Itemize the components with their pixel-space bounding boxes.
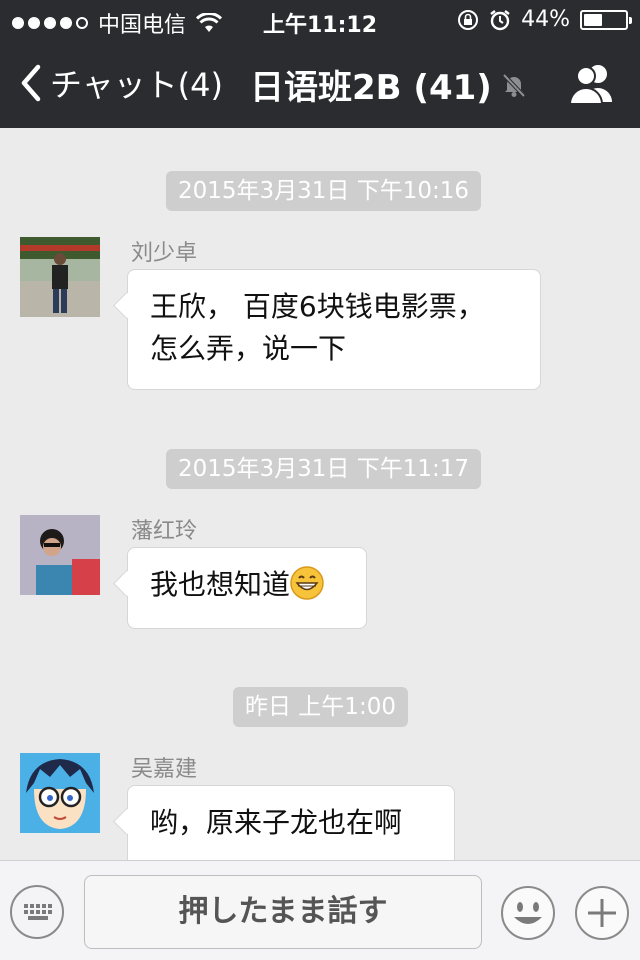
sender-name: 刘少卓 bbox=[131, 241, 198, 266]
back-button[interactable]: チャット(4) bbox=[18, 60, 223, 106]
top-bar: 中国电信 上午11:12 44% チャット(4) 日语班2B (41) bbox=[0, 0, 640, 128]
emoji-face-icon[interactable] bbox=[500, 885, 556, 941]
avatar[interactable] bbox=[20, 515, 100, 595]
avatar-photo-1 bbox=[20, 237, 100, 317]
status-right: 44% bbox=[457, 7, 632, 32]
avatar[interactable] bbox=[20, 753, 100, 833]
sender-name: 吴嘉建 bbox=[131, 757, 198, 782]
status-bar: 中国电信 上午11:12 44% bbox=[0, 0, 640, 40]
alarm-icon bbox=[490, 9, 510, 30]
message-line: 怎么弄，说一下 bbox=[150, 332, 347, 365]
sender-name: 藩红玲 bbox=[131, 519, 198, 544]
battery-fill bbox=[584, 13, 602, 26]
message-text: 哟，原来子龙也在啊 bbox=[150, 806, 403, 839]
mute-bell-icon bbox=[502, 73, 526, 97]
grinning-face-icon bbox=[290, 566, 324, 600]
rotation-lock-icon bbox=[458, 9, 479, 30]
nav-bar: チャット(4) 日语班2B (41) bbox=[0, 40, 640, 128]
message-text: 我也想知道 bbox=[150, 568, 291, 601]
hold-to-talk-button[interactable]: 押したまま話す bbox=[84, 875, 482, 949]
chat-area[interactable]: 2015年3月31日 下午10:16 刘少卓 王欣， 百度6块钱电影票， 怎么弄… bbox=[0, 128, 640, 860]
plus-icon[interactable] bbox=[574, 885, 630, 941]
avatar-photo-3 bbox=[20, 753, 100, 833]
back-label: チャット(4) bbox=[50, 66, 224, 104]
battery-percent: 44% bbox=[521, 7, 570, 32]
message-bubble[interactable]: 王欣， 百度6块钱电影票， 怎么弄，说一下 bbox=[127, 269, 541, 390]
keyboard-icon bbox=[24, 904, 52, 920]
chat-title-text: 日语班2B (41) bbox=[250, 68, 492, 108]
chat-title: 日语班2B (41) bbox=[250, 60, 528, 109]
timestamp-pill: 2015年3月31日 下午11:17 bbox=[166, 449, 482, 489]
timestamp-pill: 昨日 上午1:00 bbox=[233, 687, 408, 727]
avatar-photo-2 bbox=[20, 515, 100, 595]
input-bar: 押したまま話す bbox=[0, 860, 640, 960]
message-bubble[interactable]: 哟，原来子龙也在啊 bbox=[127, 785, 455, 860]
timestamp-pill: 2015年3月31日 下午10:16 bbox=[166, 171, 482, 211]
avatar[interactable] bbox=[20, 237, 100, 317]
members-icon[interactable] bbox=[568, 62, 616, 106]
battery-icon bbox=[580, 9, 632, 30]
message-bubble[interactable]: 我也想知道 bbox=[127, 547, 367, 629]
message-line: 王欣， 百度6块钱电影票， bbox=[150, 290, 485, 323]
keyboard-toggle-button[interactable] bbox=[10, 885, 64, 939]
back-chevron-icon bbox=[21, 64, 41, 102]
